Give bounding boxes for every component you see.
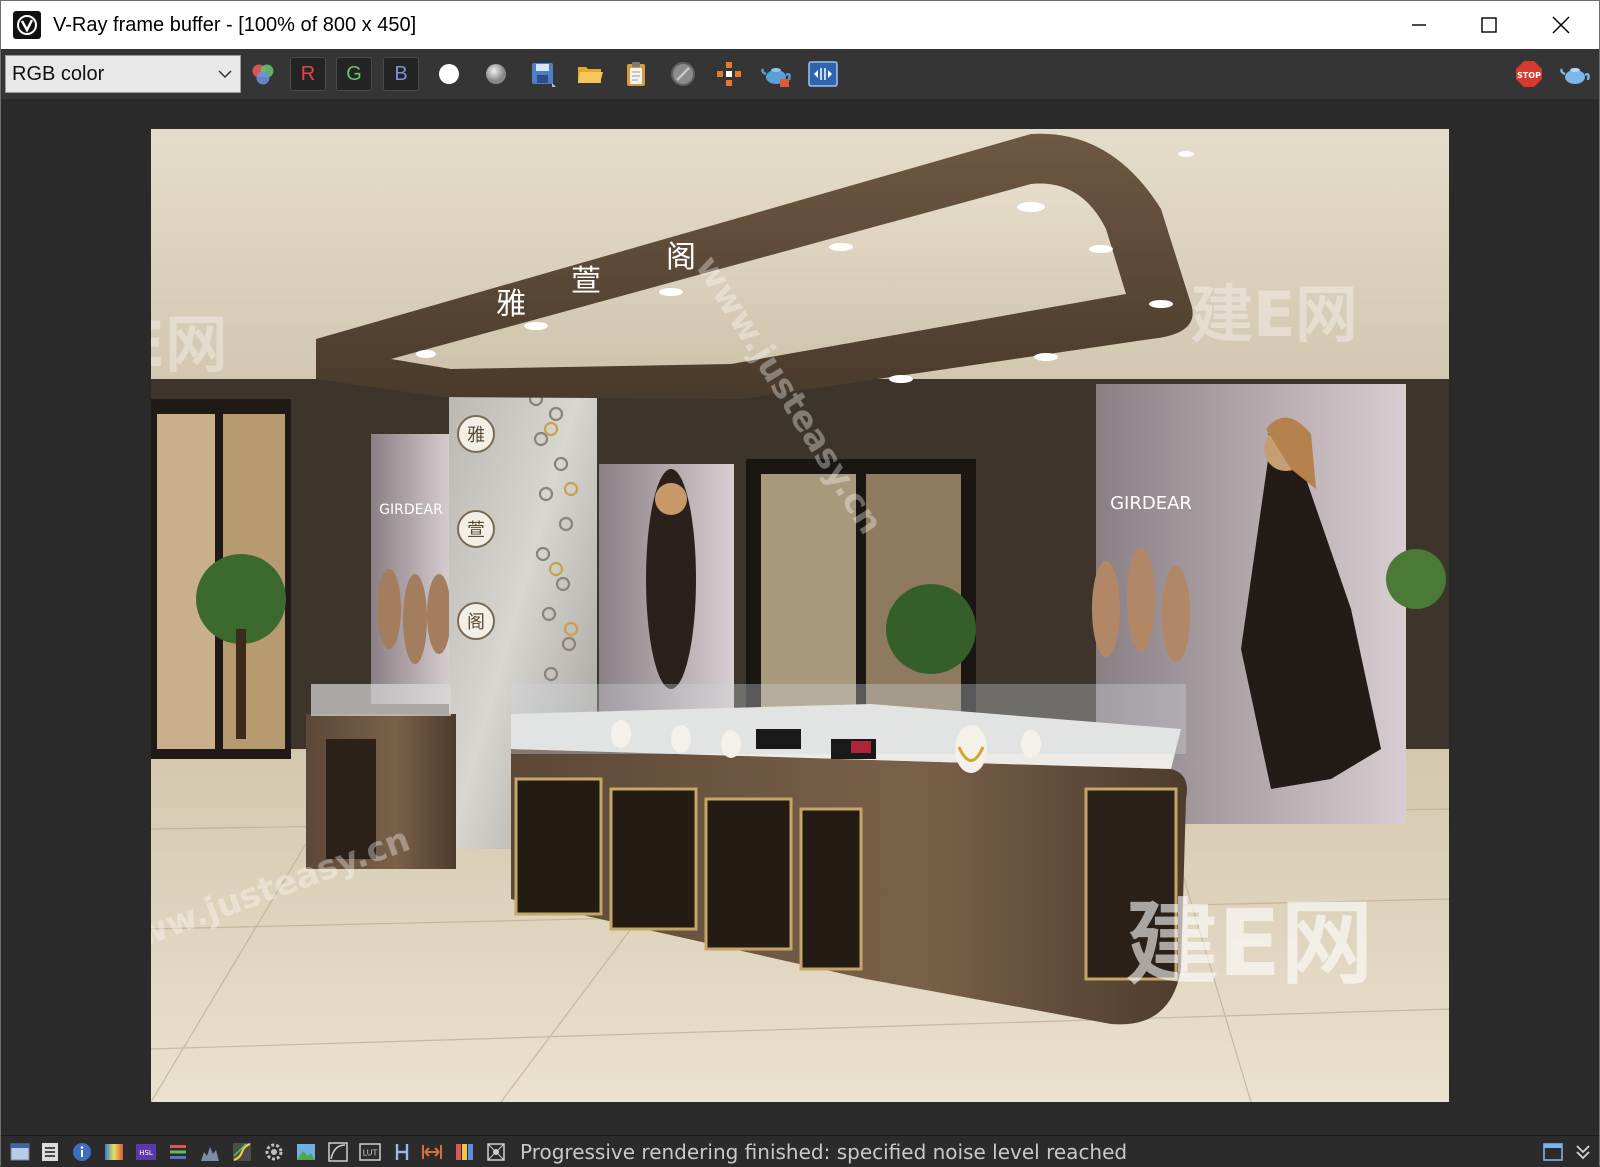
maximize-icon bbox=[1481, 17, 1497, 33]
lut-icon: LUT bbox=[359, 1143, 381, 1161]
compare-ab-button[interactable] bbox=[805, 57, 841, 91]
teapot-render-icon bbox=[1560, 68, 1590, 84]
bars-icon bbox=[456, 1144, 473, 1160]
svg-text:HSL: HSL bbox=[139, 1149, 153, 1157]
region-render-button[interactable] bbox=[711, 57, 747, 91]
lut-button[interactable]: LUT bbox=[359, 1141, 381, 1163]
color-balance-icon bbox=[170, 1145, 186, 1159]
curve-icon bbox=[328, 1142, 348, 1162]
color-channels-button[interactable] bbox=[245, 57, 281, 91]
exposure-button[interactable] bbox=[103, 1141, 125, 1163]
green-channel-label: G bbox=[346, 62, 362, 85]
landscape-icon bbox=[297, 1144, 315, 1160]
status-bar: HSL LUT Progressive rendering finished: … bbox=[1, 1135, 1599, 1167]
curve-editor-button[interactable] bbox=[327, 1141, 349, 1163]
hdr-button[interactable] bbox=[391, 1141, 413, 1163]
load-image-button[interactable] bbox=[572, 57, 608, 91]
bulkhead-sign-3: 阁 bbox=[666, 240, 696, 275]
maximize-button[interactable] bbox=[1454, 1, 1524, 49]
toolbar: RGB color R G B STOP bbox=[1, 49, 1599, 99]
alpha-white-button[interactable] bbox=[431, 57, 467, 91]
list-icon bbox=[42, 1143, 58, 1161]
clipboard-icon bbox=[627, 62, 645, 86]
toggle-panel-button[interactable] bbox=[1542, 1141, 1564, 1163]
show-history-button[interactable] bbox=[9, 1141, 31, 1163]
minimize-button[interactable] bbox=[1384, 1, 1454, 49]
pixel-aspect-button[interactable] bbox=[421, 1141, 443, 1163]
curves-icon bbox=[233, 1143, 251, 1161]
close-button[interactable] bbox=[1526, 1, 1596, 49]
double-chevron-down-icon bbox=[1576, 1145, 1590, 1160]
chevron-down-icon bbox=[210, 69, 240, 79]
color-channels-icon bbox=[252, 64, 274, 85]
save-icon bbox=[532, 63, 556, 87]
rendered-image[interactable]: GIRDEAR 雅 萱 阁 GIRDEAR 雅 萱 阁 网 建E网 建E网 ww… bbox=[151, 129, 1449, 1102]
compare-icon bbox=[808, 61, 838, 87]
levels-icon bbox=[201, 1147, 219, 1161]
vfb-window: V-Ray frame buffer - [100% of 800 x 450]… bbox=[0, 0, 1600, 1167]
close-icon bbox=[1552, 16, 1570, 34]
red-channel-button[interactable]: R bbox=[290, 57, 326, 91]
red-channel-label: R bbox=[300, 62, 316, 85]
hsl-button[interactable]: HSL bbox=[135, 1141, 157, 1163]
track-mouse-button[interactable] bbox=[758, 57, 794, 91]
green-channel-button[interactable]: G bbox=[336, 57, 372, 91]
channel-dropdown[interactable]: RGB color bbox=[5, 55, 241, 93]
render-viewport[interactable]: GIRDEAR 雅 萱 阁 GIRDEAR 雅 萱 阁 网 建E网 建E网 ww… bbox=[1, 99, 1599, 1135]
panel-icon bbox=[1543, 1143, 1563, 1161]
blue-channel-button[interactable]: B bbox=[383, 57, 419, 91]
info-icon bbox=[73, 1143, 91, 1161]
region-render-icon bbox=[717, 62, 741, 86]
levels-button[interactable] bbox=[199, 1141, 221, 1163]
title-bar: V-Ray frame buffer - [100% of 800 x 450] bbox=[1, 1, 1599, 49]
bulkhead-sign-2: 萱 bbox=[571, 264, 601, 299]
stop-icon: STOP bbox=[1516, 61, 1542, 87]
mono-button[interactable] bbox=[478, 57, 514, 91]
test-resolution-button[interactable] bbox=[485, 1141, 507, 1163]
background-image-button[interactable] bbox=[263, 1141, 285, 1163]
gradient-icon bbox=[105, 1144, 123, 1160]
blue-channel-label: B bbox=[394, 62, 408, 85]
info-button[interactable] bbox=[71, 1141, 93, 1163]
pillar-sign-3: 阁 bbox=[467, 612, 485, 633]
open-folder-icon bbox=[578, 67, 603, 83]
start-render-button[interactable] bbox=[1557, 57, 1593, 91]
status-message: Progressive rendering finished: specifie… bbox=[520, 1140, 1128, 1164]
clear-image-button[interactable] bbox=[665, 57, 701, 91]
copy-clipboard-button[interactable] bbox=[618, 57, 654, 91]
svg-text:STOP: STOP bbox=[1517, 71, 1541, 80]
stop-render-button[interactable]: STOP bbox=[1511, 57, 1547, 91]
white-dot-icon bbox=[439, 64, 459, 84]
color-balance-button[interactable] bbox=[167, 1141, 189, 1163]
gray-dot-icon bbox=[486, 64, 506, 84]
pillar-sign-1: 雅 bbox=[467, 425, 485, 446]
save-image-button[interactable] bbox=[525, 57, 561, 91]
app-logo-icon bbox=[13, 11, 41, 39]
pillar-sign-2: 萱 bbox=[467, 520, 485, 541]
history-list-button[interactable] bbox=[39, 1141, 61, 1163]
clear-icon bbox=[671, 62, 695, 86]
curves-button[interactable] bbox=[231, 1141, 253, 1163]
teapot-icon bbox=[761, 68, 791, 87]
gear-icon bbox=[265, 1143, 283, 1161]
hsl-icon: HSL bbox=[136, 1144, 156, 1160]
minimize-icon bbox=[1412, 24, 1426, 26]
target-icon bbox=[487, 1143, 505, 1161]
expand-toolbar-button[interactable] bbox=[1572, 1141, 1594, 1163]
arrows-icon bbox=[422, 1145, 442, 1159]
poster-brand-right: GIRDEAR bbox=[1110, 493, 1192, 514]
svg-text:LUT: LUT bbox=[363, 1149, 378, 1158]
bulkhead-sign-1: 雅 bbox=[496, 287, 526, 322]
poster-brand-left: GIRDEAR bbox=[379, 502, 443, 518]
lut-image-button[interactable] bbox=[295, 1141, 317, 1163]
channel-dropdown-value: RGB color bbox=[12, 62, 105, 85]
window-title: V-Ray frame buffer - [100% of 800 x 450] bbox=[53, 13, 417, 36]
h-icon bbox=[395, 1144, 409, 1160]
window-icon bbox=[10, 1143, 30, 1161]
display-correction-button[interactable] bbox=[453, 1141, 475, 1163]
